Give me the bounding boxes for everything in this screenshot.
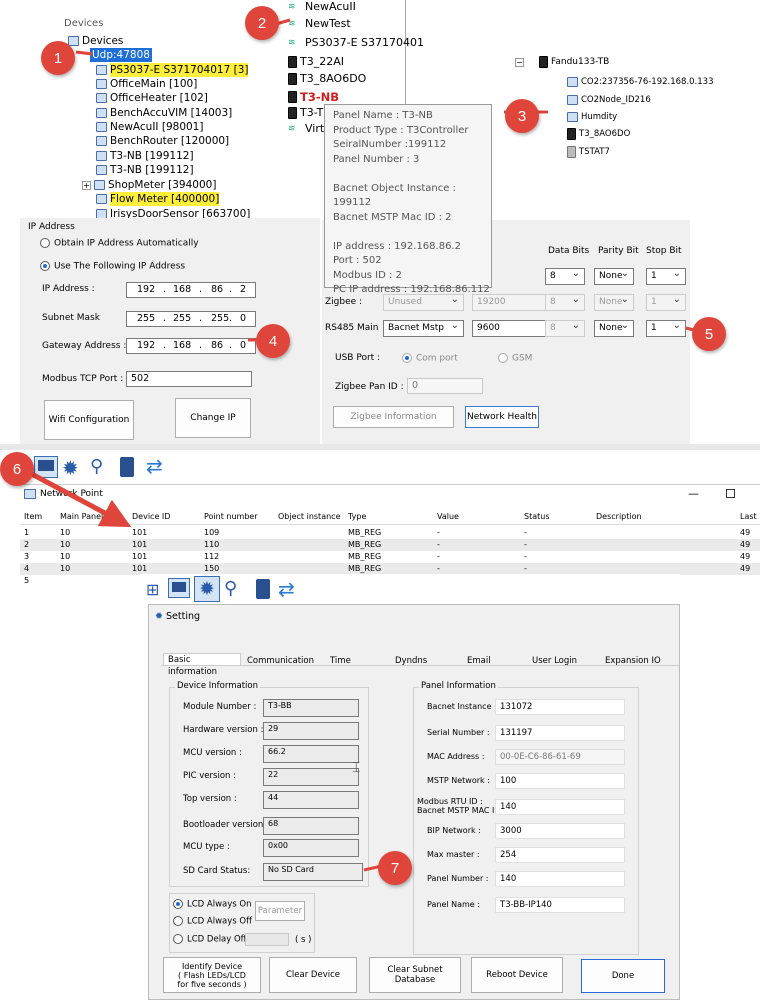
callout-badge-6: 6: [0, 452, 34, 486]
callout-badge-4: 4: [256, 324, 290, 358]
arrow-6: [26, 469, 132, 528]
callout-badge-7: 7: [378, 851, 412, 885]
callout-badge-1: 1: [41, 41, 75, 75]
callout-badge-3: 3: [505, 99, 539, 133]
callout-badge-2: 2: [245, 6, 279, 40]
callout-badge-5: 5: [692, 317, 726, 351]
arrow-1: [75, 50, 93, 56]
annotation-arrows: [26, 18, 695, 872]
